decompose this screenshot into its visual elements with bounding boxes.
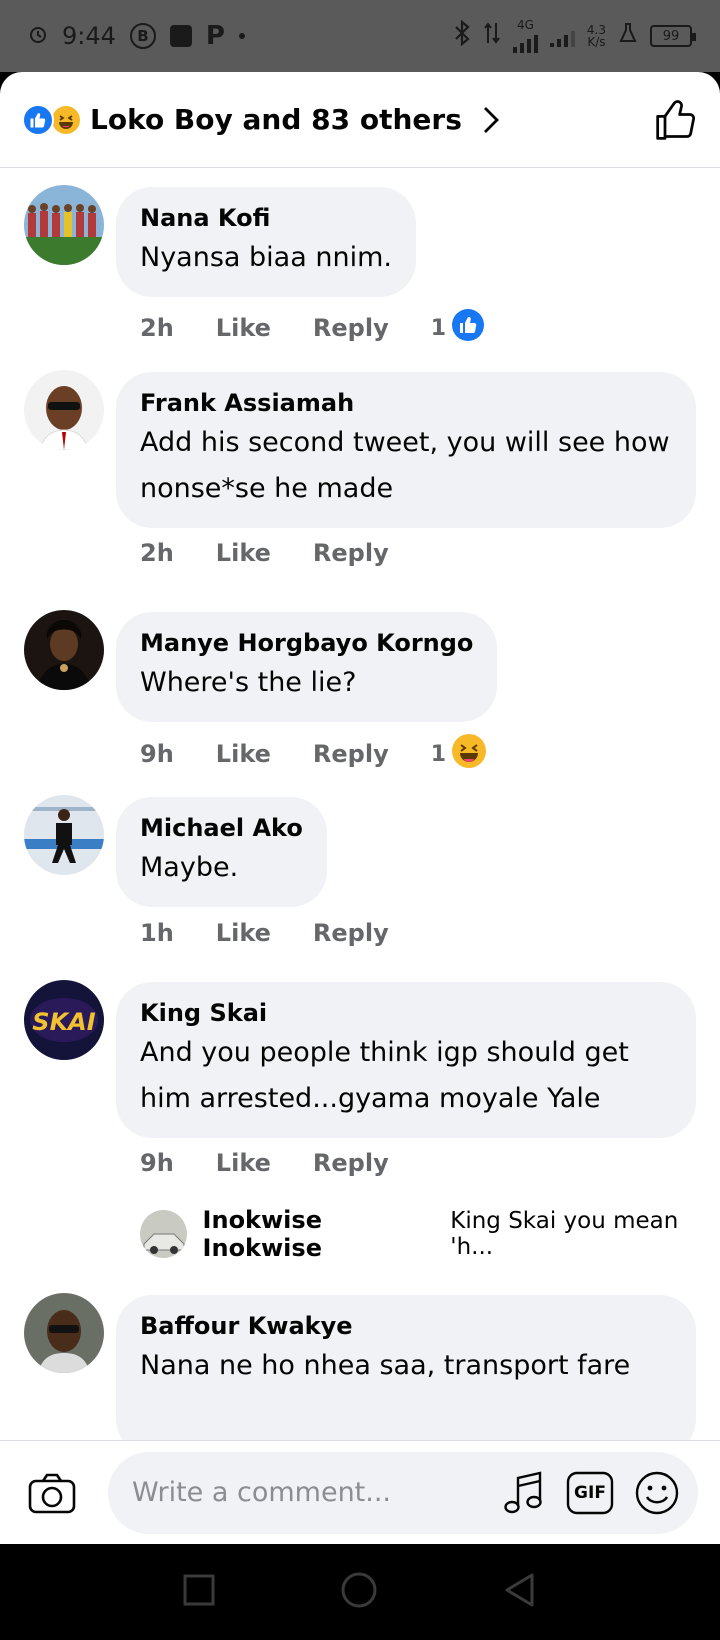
comment-meta: 9h Like Reply bbox=[140, 1149, 431, 1177]
like-link[interactable]: Like bbox=[216, 740, 271, 768]
comment-meta: 2h Like Reply 1 bbox=[140, 309, 568, 347]
comment-meta: 2h Like Reply bbox=[140, 539, 431, 567]
reactions-header[interactable]: Loko Boy and 83 others bbox=[0, 72, 720, 168]
app-notification-icon bbox=[169, 25, 192, 47]
reply-link[interactable]: Reply bbox=[313, 314, 389, 342]
comment-author[interactable]: Manye Horgbayo Korngo bbox=[140, 626, 473, 660]
like-link[interactable]: Like bbox=[216, 919, 271, 947]
status-bar: 9:44 B P 4G 4.3 K/s 99 bbox=[0, 0, 720, 72]
back-button-icon[interactable] bbox=[502, 1572, 538, 1612]
p-notification-icon: P bbox=[205, 21, 225, 51]
comment-author[interactable]: Baffour Kwakye bbox=[140, 1309, 672, 1343]
like-link[interactable]: Like bbox=[216, 539, 271, 567]
comment-time: 9h bbox=[140, 1149, 174, 1177]
b-notification-icon: B bbox=[129, 23, 156, 49]
avatar[interactable]: SKAI bbox=[24, 980, 104, 1060]
alarm-icon bbox=[28, 22, 48, 50]
comments-list: Nana Kofi Nyansa biaa nnim. 2h Like Repl… bbox=[0, 169, 720, 1512]
reply-text: King Skai you mean 'h... bbox=[450, 1208, 679, 1260]
comment-bubble[interactable]: King Skai And you people think igp shoul… bbox=[116, 982, 696, 1138]
reply-link[interactable]: Reply bbox=[313, 1149, 389, 1177]
net-speed: 4.3 K/s bbox=[586, 23, 606, 49]
comment-time: 2h bbox=[140, 539, 174, 567]
avatar[interactable] bbox=[24, 185, 104, 265]
avatar[interactable] bbox=[24, 1293, 104, 1373]
reaction-count[interactable]: 1 bbox=[431, 734, 528, 774]
avatar[interactable] bbox=[24, 795, 104, 875]
signal-strength-icon: 4G bbox=[512, 18, 538, 53]
like-link[interactable]: Like bbox=[216, 314, 271, 342]
system-navigation-bar bbox=[0, 1544, 720, 1640]
reply-preview[interactable]: Inokwise Inokwise King Skai you mean 'h.… bbox=[140, 1206, 720, 1262]
comment-author[interactable]: King Skai bbox=[140, 996, 672, 1030]
comment-text: Add his second tweet, you will see how n… bbox=[140, 427, 670, 504]
avatar[interactable] bbox=[24, 610, 104, 690]
comment-text: Nyansa biaa nnim. bbox=[140, 242, 392, 273]
recents-button-icon[interactable] bbox=[182, 1573, 216, 1611]
data-transfer-icon bbox=[483, 21, 501, 51]
comment-meta: 1h Like Reply bbox=[140, 919, 431, 947]
comment-text: Maybe. bbox=[140, 852, 239, 883]
comment-author[interactable]: Frank Assiamah bbox=[140, 386, 672, 420]
haha-reaction-icon bbox=[50, 103, 82, 136]
like-post-button[interactable] bbox=[654, 98, 698, 142]
comments-sheet: Loko Boy and 83 others Nana Kofi Nyansa … bbox=[0, 72, 720, 1544]
emoji-icon[interactable] bbox=[634, 1470, 680, 1516]
reply-author[interactable]: Inokwise Inokwise bbox=[203, 1206, 443, 1262]
status-time: 9:44 bbox=[62, 22, 116, 50]
comment-bubble[interactable]: Michael Ako Maybe. bbox=[116, 797, 327, 907]
comment-composer: GIF bbox=[0, 1440, 720, 1544]
reply-link[interactable]: Reply bbox=[313, 740, 389, 768]
avatar[interactable] bbox=[140, 1210, 187, 1258]
comment-text: Where's the lie? bbox=[140, 667, 357, 698]
comment-bubble[interactable]: Frank Assiamah Add his second tweet, you… bbox=[116, 372, 696, 528]
chevron-right-icon[interactable] bbox=[482, 105, 500, 135]
music-icon[interactable] bbox=[502, 1470, 546, 1516]
comment-box: GIF bbox=[108, 1451, 698, 1534]
reactions-summary[interactable]: Loko Boy and 83 others bbox=[90, 103, 462, 136]
comment-bubble[interactable]: Nana Kofi Nyansa biaa nnim. bbox=[116, 187, 416, 297]
comment-author[interactable]: Nana Kofi bbox=[140, 201, 392, 235]
comment-time: 9h bbox=[140, 740, 174, 768]
like-reaction-icon bbox=[22, 103, 54, 136]
reaction-count[interactable]: 1 bbox=[431, 309, 526, 347]
bluetooth-icon bbox=[453, 19, 471, 52]
comment-time: 1h bbox=[140, 919, 174, 947]
svg-text:SKAI: SKAI bbox=[32, 1008, 95, 1036]
reply-link[interactable]: Reply bbox=[313, 539, 389, 567]
battery-indicator: 99 bbox=[650, 25, 696, 47]
home-button-icon[interactable] bbox=[339, 1570, 379, 1614]
gif-button[interactable]: GIF bbox=[566, 1471, 614, 1515]
haha-reaction-icon bbox=[452, 734, 487, 774]
signal-strength-2-icon bbox=[549, 25, 575, 47]
comment-author[interactable]: Michael Ako bbox=[140, 811, 303, 845]
comment-bubble[interactable]: Baffour Kwakye Nana ne ho nhea saa, tran… bbox=[116, 1295, 696, 1455]
reactions-icons bbox=[22, 103, 82, 136]
comment-time: 2h bbox=[140, 314, 174, 342]
comment-bubble[interactable]: Manye Horgbayo Korngo Where's the lie? bbox=[116, 612, 498, 722]
comment-text: Nana ne ho nhea saa, transport fare bbox=[140, 1350, 631, 1381]
comment-input[interactable] bbox=[132, 1477, 482, 1508]
comment-meta: 9h Like Reply 1 bbox=[140, 734, 570, 774]
avatar[interactable] bbox=[24, 370, 104, 450]
more-notifications-dot-icon bbox=[238, 33, 245, 39]
reply-link[interactable]: Reply bbox=[313, 919, 389, 947]
camera-icon[interactable] bbox=[22, 1463, 82, 1523]
like-link[interactable]: Like bbox=[216, 1149, 271, 1177]
like-reaction-icon bbox=[452, 309, 485, 347]
network-type: 4G bbox=[516, 18, 534, 32]
flask-icon bbox=[618, 22, 638, 50]
comment-text: And you people think igp should get him … bbox=[140, 1037, 629, 1114]
gif-label: GIF bbox=[574, 1482, 606, 1503]
